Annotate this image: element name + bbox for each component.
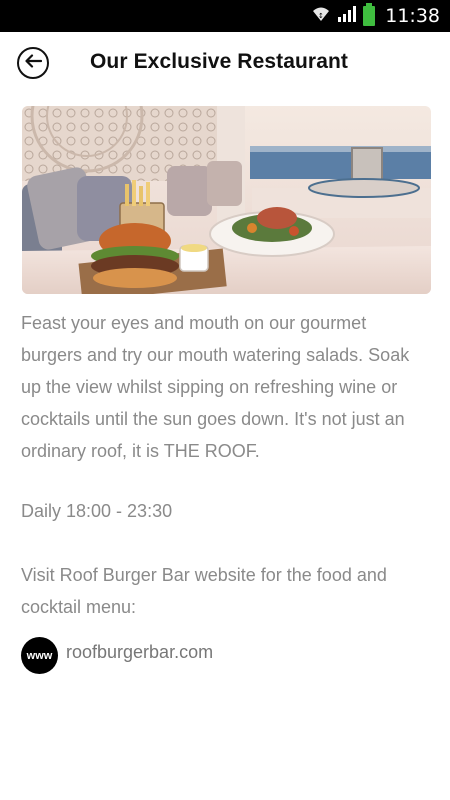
visit-website-text: Visit Roof Burger Bar website for the fo… (21, 565, 387, 617)
page-title: Our Exclusive Restaurant (90, 50, 348, 73)
status-time: 11:38 (385, 5, 440, 27)
restaurant-photo (22, 106, 431, 294)
svg-text:↕: ↕ (318, 12, 324, 20)
back-button[interactable] (17, 47, 49, 79)
status-bar: ↕ 11:38 (0, 0, 450, 32)
arrow-left-icon (24, 53, 43, 73)
signal-icon (337, 5, 357, 28)
website-link-text[interactable]: roofburgerbar.com (66, 642, 213, 663)
opening-hours: Daily 18:00 - 23:30 (21, 501, 173, 521)
website-link[interactable]: www roofburgerbar.com (21, 637, 213, 674)
restaurant-description: Feast your eyes and mouth on our gourmet… (21, 313, 410, 461)
battery-icon (363, 3, 376, 26)
header: Our Exclusive Restaurant (0, 32, 450, 94)
www-icon: www (21, 637, 58, 674)
wifi-icon: ↕ (311, 5, 331, 28)
